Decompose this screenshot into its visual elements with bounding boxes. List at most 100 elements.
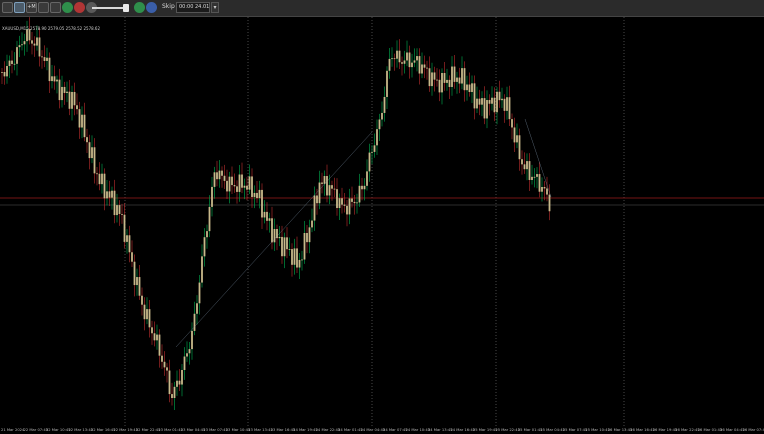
candle-body <box>503 98 506 111</box>
candle-body <box>178 380 181 385</box>
candle-body <box>341 198 343 205</box>
play-icon[interactable] <box>62 2 73 13</box>
time-axis-tick: 24 Mar 16:45 <box>450 428 476 432</box>
candle-body <box>221 170 223 176</box>
candle-body <box>336 189 338 209</box>
zoom-out-icon[interactable] <box>50 2 61 13</box>
time-axis-tick: 22 Mar 22:45 <box>135 428 161 432</box>
candle-body <box>328 185 331 196</box>
time-axis-tick: 26 Mar 04:45 <box>720 428 745 432</box>
candle-body <box>36 37 38 46</box>
candle-body <box>363 185 366 190</box>
candle-body <box>196 303 198 314</box>
zoom-in-icon[interactable] <box>38 2 49 13</box>
time-axis-tick: 25 Mar 22:45 <box>495 428 520 432</box>
candle-body <box>361 185 363 190</box>
candle-body <box>476 98 478 109</box>
crosshair-icon[interactable] <box>14 2 25 13</box>
candle-body <box>213 172 216 187</box>
speed-slider-knob[interactable] <box>123 4 129 12</box>
candle-body <box>211 186 213 207</box>
time-axis-tick: 24 Mar 07:45 <box>383 428 408 432</box>
candle-body <box>343 204 346 206</box>
candle-body <box>383 96 386 113</box>
candle-body <box>128 235 131 253</box>
candle-body <box>18 45 21 48</box>
candle-body <box>536 174 538 177</box>
time-axis-tick: 22 Mar 19:45 <box>113 428 138 432</box>
candle-body <box>451 66 453 87</box>
candle-body <box>111 190 113 198</box>
candle-body <box>61 86 63 101</box>
time-axis-tick: 22 Mar 07:45 <box>23 428 49 432</box>
candle-body <box>3 72 6 77</box>
candle-body <box>56 79 58 82</box>
candle-body <box>403 60 406 64</box>
candle-body <box>38 37 41 57</box>
candle-body <box>151 327 153 334</box>
candle-body <box>481 98 483 105</box>
time-axis-tick: 25 Mar 04:45 <box>540 428 565 432</box>
candle-body <box>526 161 528 170</box>
candle-body <box>391 58 393 60</box>
candle-body <box>486 100 488 119</box>
symbol-info: XAUUSD,M15 2578.90 2579.05 2578.52 2578.… <box>2 26 101 31</box>
step-forward-icon[interactable] <box>134 2 145 13</box>
skip-to-input[interactable]: 00:00 24.01.1403 <box>176 2 210 13</box>
candle-body <box>356 202 358 204</box>
candle-body <box>11 60 13 64</box>
trendline[interactable] <box>524 118 552 198</box>
candle-body <box>528 161 531 180</box>
line-tool-icon[interactable]: +M <box>26 2 37 13</box>
candle-body <box>281 236 283 257</box>
candle-body <box>338 198 341 209</box>
candle-body <box>436 79 438 81</box>
price-chart[interactable] <box>0 17 764 428</box>
cursor-icon[interactable] <box>2 2 13 13</box>
candle-body <box>386 70 388 97</box>
candle-body <box>23 41 26 45</box>
candle-body <box>126 235 128 242</box>
candle-body <box>106 191 108 199</box>
candle-body <box>433 72 436 80</box>
candle-body <box>58 79 61 101</box>
candle-body <box>208 206 211 232</box>
settings-icon[interactable] <box>146 2 157 13</box>
candle-body <box>396 50 398 59</box>
candle-body <box>113 190 116 216</box>
candle-body <box>81 114 83 128</box>
candle-body <box>48 57 51 82</box>
candle-body <box>148 309 151 328</box>
candle-body <box>183 356 186 370</box>
candle-body <box>293 248 296 265</box>
chart-area[interactable]: XAUUSD,M15 2578.90 2579.05 2578.52 2578.… <box>0 17 764 428</box>
candle-body <box>13 63 16 65</box>
candle-body <box>306 232 308 243</box>
candle-body <box>478 98 481 105</box>
candle-body <box>6 66 8 77</box>
candle-body <box>543 186 546 189</box>
candle-body <box>278 236 281 239</box>
speed-slider-track[interactable] <box>92 7 126 9</box>
candle-body <box>238 174 241 192</box>
candle-body <box>291 249 293 265</box>
candle-body <box>243 185 246 188</box>
candle-body <box>313 195 316 221</box>
candle-body <box>406 52 408 61</box>
candle-body <box>103 173 106 199</box>
candle-body <box>141 295 143 305</box>
skip-to-dropdown[interactable]: ▾ <box>211 2 219 13</box>
candle-body <box>33 43 36 46</box>
time-axis-tick: 24 Mar 19:45 <box>293 428 318 432</box>
time-axis-tick: 26 Mar 13:45 <box>607 428 633 432</box>
candle-body <box>416 56 418 61</box>
candle-body <box>516 135 518 143</box>
candle-body <box>511 119 513 128</box>
candle-body <box>493 97 496 113</box>
candle-body <box>388 58 391 71</box>
stop-icon[interactable] <box>74 2 85 13</box>
candle-body <box>166 367 168 371</box>
candle-body <box>463 68 466 91</box>
candle-body <box>173 386 176 399</box>
candle-body <box>428 68 431 87</box>
